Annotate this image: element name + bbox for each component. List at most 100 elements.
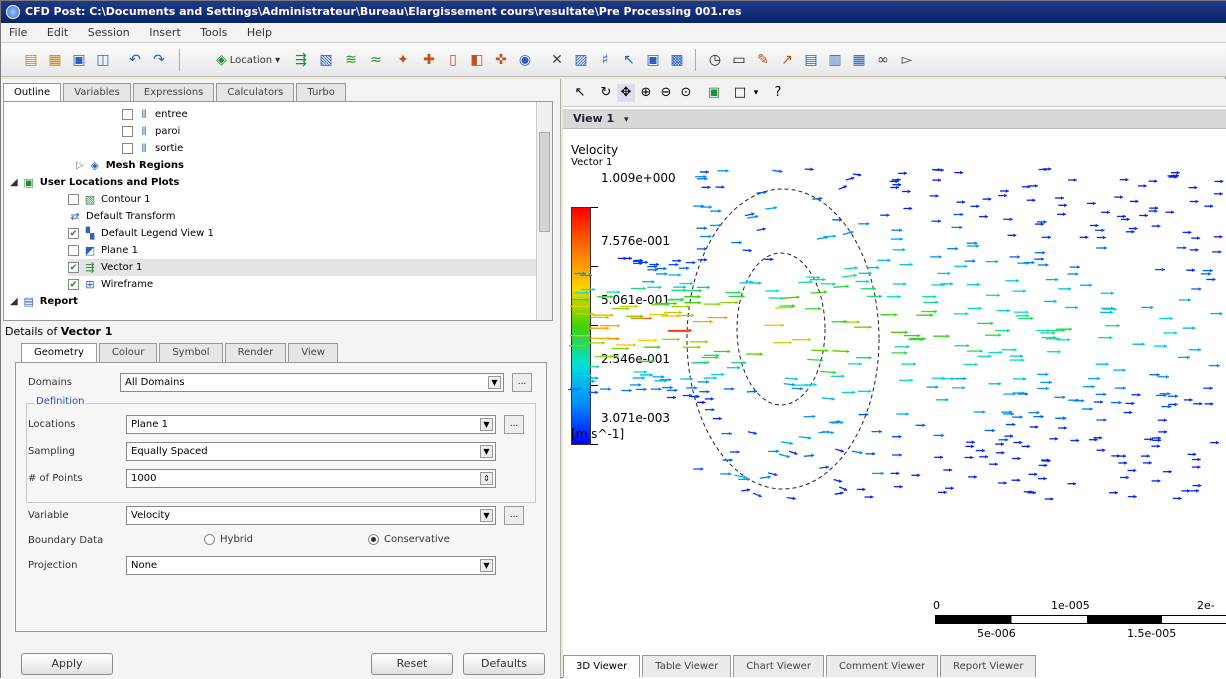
tab-table-viewer[interactable]: Table Viewer <box>642 655 731 677</box>
view-selector[interactable]: View 1 ▾ <box>563 109 1226 129</box>
vector-plot[interactable] <box>563 129 1226 529</box>
tree-item[interactable]: ⦀ sortie <box>122 140 183 157</box>
tree-item[interactable]: ✔ ⇶ Vector 1 <box>68 259 538 276</box>
chevron-down-icon[interactable]: ▾ <box>747 84 765 102</box>
tree-scrollbar[interactable] <box>536 102 552 320</box>
chevron-down-icon[interactable]: ▼ <box>480 445 493 458</box>
hybrid-radio[interactable]: Hybrid <box>204 534 253 545</box>
open-icon[interactable]: ▦ <box>45 50 65 70</box>
probe-icon[interactable]: ↗ <box>777 50 797 70</box>
tab-outline[interactable]: Outline <box>3 83 61 101</box>
tree-item[interactable]: ◢ ▣ User Locations and Plots <box>10 174 179 191</box>
tab-report-viewer[interactable]: Report Viewer <box>940 655 1036 677</box>
animation-icon[interactable]: ▭ <box>729 50 749 70</box>
save-icon[interactable]: ▣ <box>69 50 89 70</box>
tab-render[interactable]: Render <box>225 343 287 362</box>
instance-icon[interactable]: ▩ <box>667 50 687 70</box>
chevron-down-icon[interactable]: ▼ <box>488 376 501 389</box>
spinner-icon[interactable]: ⇕ <box>480 472 493 485</box>
quick-edit-icon[interactable]: ✎ <box>753 50 773 70</box>
expand-icon[interactable]: ▷ <box>76 160 84 171</box>
help-icon[interactable]: ? <box>769 84 787 102</box>
isosurface-icon[interactable]: ✚ <box>419 50 439 70</box>
radio-dot[interactable] <box>368 534 379 545</box>
tab-chart-viewer[interactable]: Chart Viewer <box>733 655 824 677</box>
domains-ellipsis-button[interactable]: ... <box>512 373 532 392</box>
chevron-down-icon[interactable]: ▼ <box>480 559 493 572</box>
pan-icon[interactable]: ✥ <box>617 84 635 102</box>
variable-icon[interactable]: ✕ <box>547 50 567 70</box>
menu-session[interactable]: Session <box>80 23 138 43</box>
tree-item[interactable]: ✔ ▚ Default Legend View 1 <box>68 225 214 242</box>
tab-comment-viewer[interactable]: Comment Viewer <box>826 655 938 677</box>
tab-geometry[interactable]: Geometry <box>21 343 97 362</box>
tree-checkbox[interactable]: ✔ <box>68 228 79 239</box>
variable-select[interactable]: Velocity ▼ <box>126 506 496 525</box>
tree-checkbox[interactable]: ✔ <box>68 279 79 290</box>
rotate-icon[interactable]: ↻ <box>597 84 615 102</box>
tree-item[interactable]: ▧ Contour 1 <box>68 191 150 208</box>
tree-item[interactable]: ⦀ entree <box>122 106 188 123</box>
new-icon[interactable]: ▤ <box>21 50 41 70</box>
zoom-fit-icon[interactable]: ⊙ <box>677 84 695 102</box>
report-icon[interactable]: ▥ <box>825 50 845 70</box>
defaults-button[interactable]: Defaults <box>463 653 545 675</box>
tab-3d-viewer[interactable]: 3D Viewer <box>563 655 640 677</box>
color-map-icon[interactable]: ✜ <box>491 50 511 70</box>
particle-track-icon[interactable]: ≈ <box>366 50 386 70</box>
menu-edit[interactable]: Edit <box>39 23 76 43</box>
tab-turbo[interactable]: Turbo <box>296 83 346 101</box>
contour-icon[interactable]: ▧ <box>316 50 336 70</box>
menu-file[interactable]: File <box>1 23 35 43</box>
menu-tools[interactable]: Tools <box>192 23 235 43</box>
tab-view[interactable]: View <box>288 343 338 362</box>
chevron-down-icon[interactable]: ▼ <box>480 509 493 522</box>
variable-ellipsis-button[interactable]: ... <box>504 506 524 525</box>
table-icon[interactable]: ♯ <box>595 50 615 70</box>
radio-dot[interactable] <box>204 534 215 545</box>
collapse-icon[interactable]: ◢ <box>10 296 18 307</box>
tree-item[interactable]: ◩ Plane 1 <box>68 242 138 259</box>
tree-item[interactable]: ⦀ paroi <box>122 123 180 140</box>
tree-checkbox[interactable] <box>122 109 133 120</box>
tree-checkbox[interactable] <box>68 245 79 256</box>
domains-select[interactable]: All Domains ▼ <box>120 373 504 392</box>
chevron-down-icon[interactable]: ▼ <box>480 418 493 431</box>
text-icon[interactable]: ▯ <box>443 50 463 70</box>
chart-icon[interactable]: ▨ <box>571 50 591 70</box>
tree-checkbox[interactable] <box>68 194 79 205</box>
comment-icon[interactable]: ↖ <box>619 50 639 70</box>
conservative-radio[interactable]: Conservative <box>368 534 450 545</box>
projection-select[interactable]: None ▼ <box>126 556 496 575</box>
apply-button[interactable]: Apply <box>21 653 113 675</box>
tree-checkbox[interactable] <box>122 126 133 137</box>
points-stepper[interactable]: 1000 ⇕ <box>126 469 496 488</box>
volume-rendering-icon[interactable]: ✦ <box>393 50 413 70</box>
menu-insert[interactable]: Insert <box>141 23 189 43</box>
scrollbar-thumb[interactable] <box>539 132 550 232</box>
menu-help[interactable]: Help <box>239 23 280 43</box>
tree-item[interactable]: ✔ ⊞ Wireframe <box>68 276 153 293</box>
select-icon[interactable]: ↖ <box>571 84 589 102</box>
tree-item[interactable]: ◢ ▤ Report <box>10 293 78 310</box>
tree-item[interactable]: ▷ ◈ Mesh Regions <box>76 157 184 174</box>
tab-symbol[interactable]: Symbol <box>159 343 222 362</box>
tab-variables[interactable]: Variables <box>63 83 131 101</box>
locations-ellipsis-button[interactable]: ... <box>504 415 524 434</box>
expressions-icon[interactable]: ▤ <box>801 50 821 70</box>
clip-plane-icon[interactable]: ◧ <box>467 50 487 70</box>
tree-item[interactable]: ⇄ Default Transform <box>68 208 175 225</box>
export-icon[interactable]: ▦ <box>849 50 869 70</box>
highlight-icon[interactable]: ▣ <box>705 84 723 102</box>
sampling-select[interactable]: Equally Spaced ▼ <box>126 442 496 461</box>
tree-checkbox[interactable]: ✔ <box>68 262 79 273</box>
streamline-icon[interactable]: ≋ <box>341 50 361 70</box>
timestep-icon[interactable]: ◷ <box>705 50 725 70</box>
locations-select[interactable]: Plane 1 ▼ <box>126 415 496 434</box>
redo-icon[interactable]: ↷ <box>149 50 169 70</box>
tab-colour[interactable]: Colour <box>99 343 157 362</box>
reset-button[interactable]: Reset <box>371 653 453 675</box>
binoculars-icon[interactable]: ∞ <box>873 50 893 70</box>
zoom-box-icon[interactable]: ⊖ <box>657 84 675 102</box>
legend-icon[interactable]: ◉ <box>515 50 535 70</box>
